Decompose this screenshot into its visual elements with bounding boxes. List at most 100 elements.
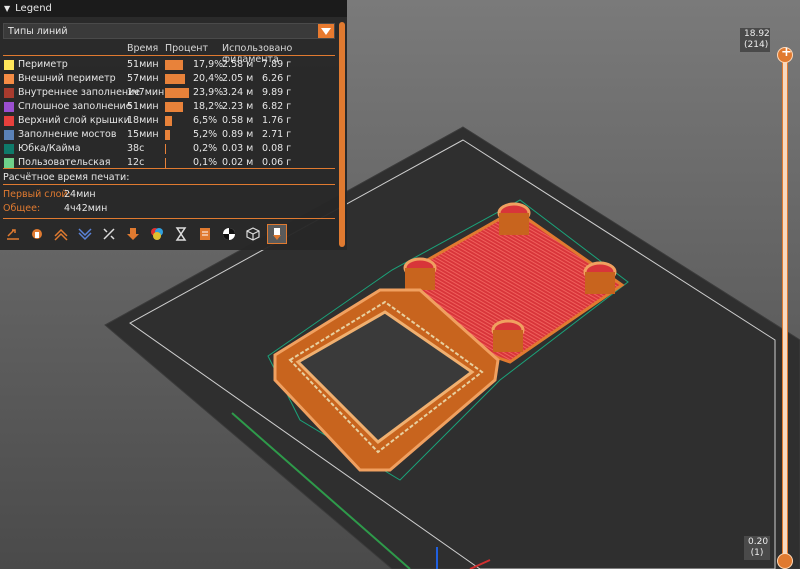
filament-length: 0.58 м xyxy=(222,115,254,126)
percent-bar xyxy=(165,130,171,140)
legend-title: Legend xyxy=(15,3,52,14)
percent-bar xyxy=(165,158,166,168)
filament-weight: 1.76 г xyxy=(262,115,292,126)
top-layer-height: 18.92 xyxy=(744,29,770,39)
center-of-gravity-icon[interactable] xyxy=(219,224,239,244)
legend-toolbar xyxy=(3,224,287,244)
header-time: Время xyxy=(127,43,159,54)
feature-percent: 17,9% xyxy=(193,59,224,70)
filament-weight: 0.06 г xyxy=(262,157,292,168)
feature-name: Заполнение мостов xyxy=(18,129,117,140)
shells-icon[interactable] xyxy=(243,224,263,244)
view-type-value: Типы линий xyxy=(8,26,68,37)
feature-time: 57мин xyxy=(127,73,159,84)
legend-separator xyxy=(3,184,335,185)
feature-percent: 6,5% xyxy=(193,115,218,126)
feature-percent: 5,2% xyxy=(193,129,218,140)
layer-slider-track[interactable] xyxy=(782,55,788,563)
filament-weight: 6.82 г xyxy=(262,101,292,112)
filament-weight: 7.89 г xyxy=(262,59,292,70)
filament-weight: 0.08 г xyxy=(262,143,292,154)
percent-bar xyxy=(165,144,166,154)
seams-icon[interactable] xyxy=(99,224,119,244)
feature-time: 51мин xyxy=(127,101,159,112)
feature-time: 1ч7мин xyxy=(127,87,165,98)
dropdown-arrow-icon[interactable] xyxy=(318,24,334,38)
total-time-label: Общее: xyxy=(3,203,41,214)
filament-length: 3.24 м xyxy=(222,87,254,98)
view-type-dropdown[interactable]: Типы линий xyxy=(3,23,335,39)
wipe-icon[interactable] xyxy=(27,224,47,244)
tool-changes-icon[interactable] xyxy=(123,224,143,244)
color-swatch xyxy=(4,158,14,168)
feature-name: Пользовательская xyxy=(18,157,111,168)
feature-name: Внешний периметр xyxy=(18,73,116,84)
legend-titlebar[interactable]: ▼ Legend xyxy=(0,0,347,17)
filament-length: 2.05 м xyxy=(222,73,254,84)
estimated-time-title: Расчётное время печати: xyxy=(3,172,130,183)
top-layer-thumb[interactable] xyxy=(777,45,793,63)
filament-weight: 2.71 г xyxy=(262,129,292,140)
filament-length: 0.03 м xyxy=(222,143,254,154)
feature-time: 18мин xyxy=(127,115,159,126)
legend-row[interactable]: Верхний слой крышки 18мин 6,5% 0.58 м 1.76 г xyxy=(0,114,340,128)
bottom-layer-number: (1) xyxy=(750,548,764,558)
top-layer-number: (214) xyxy=(744,40,769,50)
filament-weight: 6.26 г xyxy=(262,73,292,84)
total-time-value: 4ч42мин xyxy=(64,203,108,214)
cylinder-body-3 xyxy=(585,272,615,294)
filament-length: 0.89 м xyxy=(222,129,254,140)
layer-slider[interactable]: 18.92 (214) 0.20 (1) xyxy=(740,28,800,569)
cylinder-body-2 xyxy=(405,268,435,290)
feature-name: Внутреннее заполнение xyxy=(18,87,141,98)
feature-percent: 18,2% xyxy=(193,101,224,112)
pause-icon[interactable] xyxy=(171,224,191,244)
feature-time: 15мин xyxy=(127,129,159,140)
legend-row[interactable]: Периметр 51мин 17,9% 2.58 м 7.89 г xyxy=(0,58,340,72)
feature-percent: 0,1% xyxy=(193,157,218,168)
legend-panel: ▼ Legend Типы линий Время Процент Исполь… xyxy=(0,0,347,250)
legend-separator xyxy=(3,55,335,56)
feature-name: Сплошное заполнение xyxy=(18,101,132,112)
color-swatch xyxy=(4,102,14,112)
cylinder-body-4 xyxy=(493,330,523,352)
feature-percent: 23,9% xyxy=(193,87,224,98)
color-changes-icon[interactable] xyxy=(147,224,167,244)
feature-time: 38с xyxy=(127,143,145,154)
feature-name: Верхний слой крышки xyxy=(18,115,130,126)
percent-bar xyxy=(165,116,172,126)
filament-length: 0.02 м xyxy=(222,157,254,168)
bottom-layer-label: 0.20 (1) xyxy=(744,536,770,560)
first-layer-value: 24мин xyxy=(64,189,96,200)
header-percent: Процент xyxy=(165,43,209,54)
legend-row[interactable]: Сплошное заполнение 51мин 18,2% 2.23 м 6.82 … xyxy=(0,100,340,114)
filament-weight: 9.89 г xyxy=(262,87,292,98)
color-swatch xyxy=(4,116,14,126)
legend-row[interactable]: Внутреннее заполнение 1ч7мин 23,9% 3.24 м 9.… xyxy=(0,86,340,100)
travel-icon[interactable] xyxy=(3,224,23,244)
legend-row[interactable]: Внешний периметр 57мин 20,4% 2.05 м 6.26 г xyxy=(0,72,340,86)
bottom-layer-height: 0.20 xyxy=(748,537,769,547)
legend-row[interactable]: Юбка/Кайма 38с 0,2% 0.03 м 0.08 г xyxy=(0,142,340,156)
collapse-triangle-icon[interactable]: ▼ xyxy=(4,4,10,13)
bottom-layer-thumb[interactable] xyxy=(777,553,793,569)
feature-percent: 0,2% xyxy=(193,143,218,154)
feature-name: Юбка/Кайма xyxy=(18,143,81,154)
feature-time: 51мин xyxy=(127,59,159,70)
percent-bar xyxy=(165,102,184,112)
percent-bar xyxy=(165,60,183,70)
first-layer-label: Первый слой: xyxy=(3,189,71,200)
percent-bar xyxy=(165,74,186,84)
custom-gcode-icon[interactable] xyxy=(195,224,215,244)
tool-marker-icon[interactable] xyxy=(267,224,287,244)
filament-length: 2.58 м xyxy=(222,59,254,70)
retractions-icon[interactable] xyxy=(51,224,71,244)
color-swatch xyxy=(4,74,14,84)
color-swatch xyxy=(4,60,14,70)
filament-length: 2.23 м xyxy=(222,101,254,112)
top-layer-label: 18.92 (214) xyxy=(740,28,770,52)
feature-percent: 20,4% xyxy=(193,73,224,84)
deretractions-icon[interactable] xyxy=(75,224,95,244)
color-swatch xyxy=(4,88,14,98)
legend-row[interactable]: Заполнение мостов 15мин 5,2% 0.89 м 2.71 г xyxy=(0,128,340,142)
